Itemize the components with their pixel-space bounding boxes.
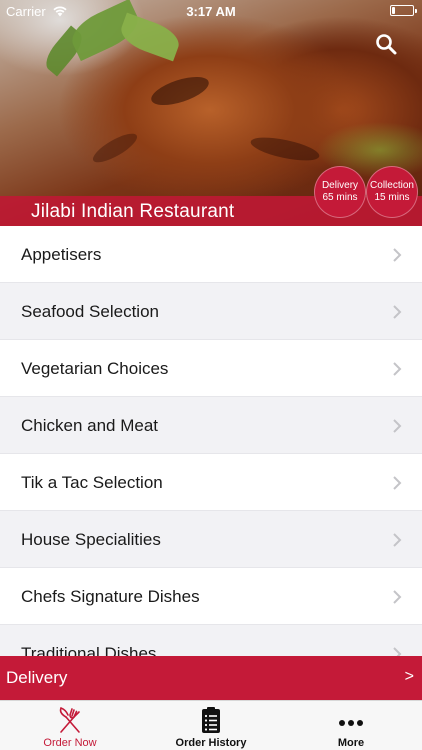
clipboard-list-icon	[202, 707, 220, 733]
tab-bar: Order Now Order History More	[0, 700, 422, 750]
menu-item-label: Seafood Selection	[21, 302, 159, 321]
menu-item-traditional-dishes[interactable]: Traditional Dishes	[0, 625, 422, 656]
chevron-right-icon	[393, 533, 402, 547]
menu-item-label: Appetisers	[21, 245, 102, 264]
restaurant-name: Jilabi Indian Restaurant	[31, 201, 235, 222]
chevron-right-icon	[393, 647, 402, 656]
tab-more[interactable]: More	[281, 701, 421, 750]
menu-item-label: Vegetarian Choices	[21, 359, 169, 378]
tab-order-history[interactable]: Order History	[141, 701, 281, 750]
delivery-mode-label: Delivery	[6, 668, 68, 687]
collection-badge-value: 15 mins	[374, 192, 410, 203]
chevron-right-icon	[393, 305, 402, 319]
status-bar: Carrier 3:17 AM	[0, 0, 422, 22]
char-mark	[148, 71, 212, 111]
menu-item-house-specialities[interactable]: House Specialities	[0, 511, 422, 568]
menu-item-chicken-and-meat[interactable]: Chicken and Meat	[0, 397, 422, 454]
battery-fill	[392, 7, 395, 14]
search-icon[interactable]	[374, 32, 398, 56]
chevron-right-icon	[393, 590, 402, 604]
chevron-right-icon	[393, 362, 402, 376]
menu-item-vegetarian-choices[interactable]: Vegetarian Choices	[0, 340, 422, 397]
char-mark	[248, 132, 322, 166]
chevron-right-icon: >	[404, 668, 414, 685]
tab-label: Order History	[175, 737, 247, 749]
menu-item-chefs-signature-dishes[interactable]: Chefs Signature Dishes	[0, 568, 422, 625]
delivery-mode-bar[interactable]: Delivery >	[0, 656, 422, 700]
collection-badge-label: Collection	[370, 180, 414, 191]
tab-label: More	[337, 737, 365, 749]
fork-knife-icon	[59, 706, 80, 733]
delivery-time-badge: Delivery 65 mins	[314, 166, 366, 218]
chevron-right-icon	[393, 476, 402, 490]
menu-item-label: Chefs Signature Dishes	[21, 587, 200, 606]
chevron-right-icon	[393, 419, 402, 433]
menu-item-appetisers[interactable]: Appetisers	[0, 226, 422, 283]
char-mark	[89, 128, 141, 168]
battery-icon	[390, 5, 417, 16]
status-time: 3:17 AM	[186, 4, 236, 19]
menu-category-list[interactable]: Appetisers Seafood Selection Vegetarian …	[0, 226, 422, 656]
tab-label: Order Now	[43, 737, 97, 749]
menu-item-label: Tik a Tac Selection	[21, 473, 163, 492]
menu-item-label: Traditional Dishes	[21, 644, 157, 656]
more-dots-icon	[339, 720, 363, 726]
chevron-right-icon	[393, 248, 402, 262]
collection-time-badge: Collection 15 mins	[366, 166, 418, 218]
menu-item-label: Chicken and Meat	[21, 416, 159, 435]
tab-order-now[interactable]: Order Now	[0, 701, 140, 750]
menu-item-tik-a-tac-selection[interactable]: Tik a Tac Selection	[0, 454, 422, 511]
menu-item-seafood-selection[interactable]: Seafood Selection	[0, 283, 422, 340]
delivery-badge-value: 65 mins	[322, 192, 358, 203]
menu-item-label: House Specialities	[21, 530, 161, 549]
delivery-badge-label: Delivery	[321, 180, 359, 191]
